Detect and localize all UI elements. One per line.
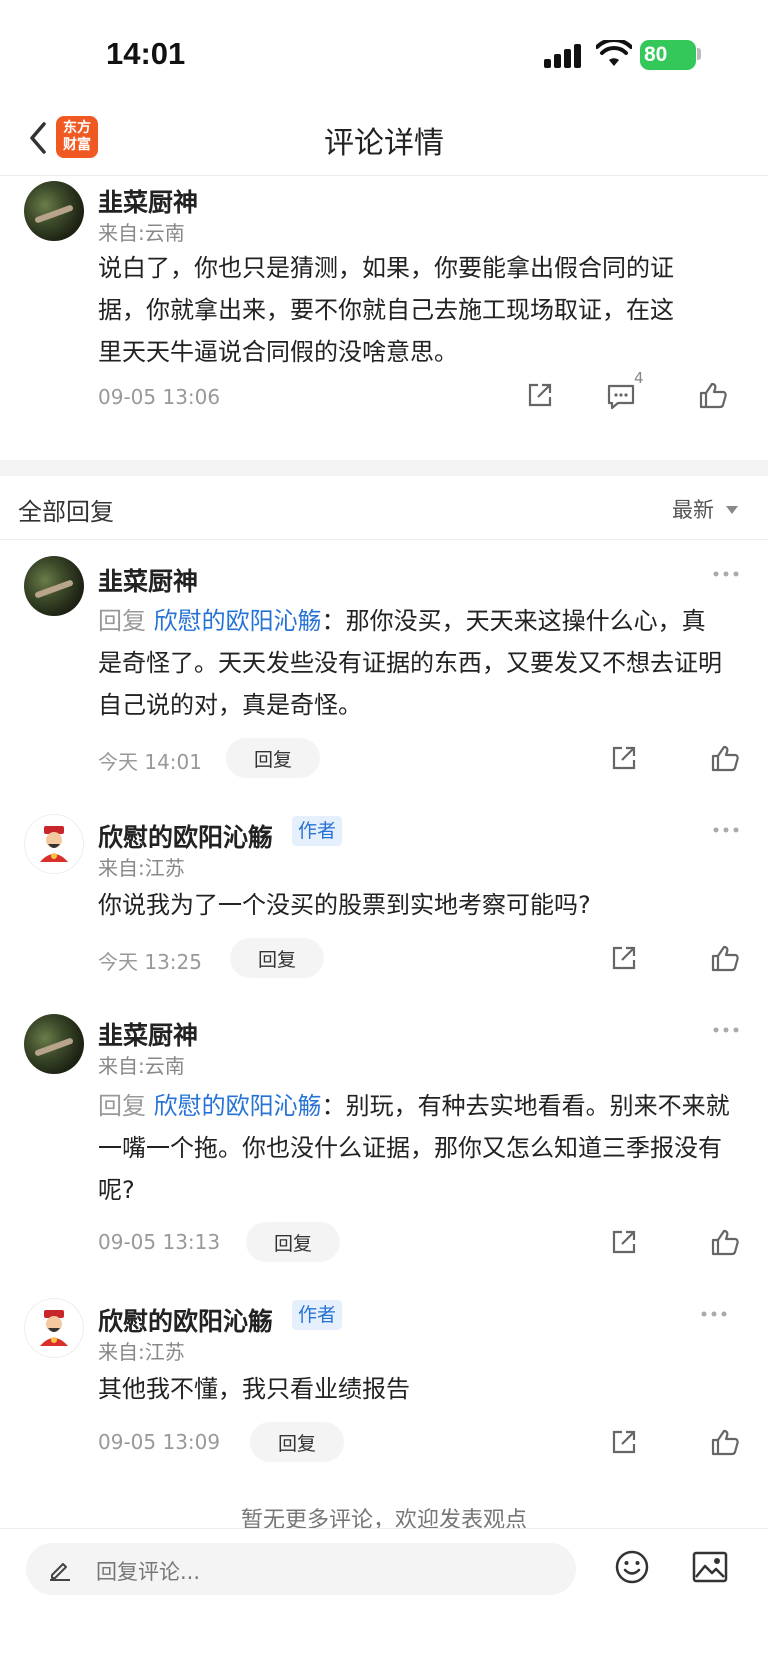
comment-text: 你说我为了一个没买的股票到实地考察可能吗? bbox=[98, 891, 591, 919]
reply-button[interactable]: 回复 bbox=[246, 1222, 340, 1262]
bottom-bar: 回复评论... bbox=[0, 1528, 768, 1669]
like-icon[interactable] bbox=[710, 1228, 740, 1256]
avatar[interactable] bbox=[24, 181, 84, 241]
sort-dropdown[interactable]: 最新 bbox=[672, 494, 714, 524]
replies-title: 全部回复 bbox=[18, 498, 114, 526]
mention-link[interactable]: 欣慰的欧阳沁觞 bbox=[154, 1092, 322, 1120]
cellular-signal-icon bbox=[544, 42, 584, 68]
location-label: 来自:江苏 bbox=[98, 856, 185, 880]
input-placeholder: 回复评论... bbox=[96, 1560, 201, 1584]
like-icon[interactable] bbox=[710, 1428, 740, 1456]
nav-bar: 东方 财富 评论详情 bbox=[0, 100, 768, 176]
god-of-wealth-avatar-icon bbox=[40, 1310, 68, 1346]
comment-icon[interactable] bbox=[606, 383, 636, 411]
mention-link[interactable]: 欣慰的欧阳沁觞 bbox=[154, 607, 322, 635]
comment-text: 回复 欣慰的欧阳沁觞：别玩，有种去实地看看。别来不来就一嘴一个拖。你也没什么证据… bbox=[98, 1085, 734, 1211]
avatar[interactable] bbox=[24, 1298, 84, 1358]
emoji-icon[interactable] bbox=[614, 1549, 650, 1585]
more-options-icon[interactable] bbox=[700, 1310, 728, 1318]
location-label: 来自:云南 bbox=[98, 221, 185, 245]
reply-prefix: 回复 bbox=[98, 607, 146, 635]
share-icon[interactable] bbox=[610, 1228, 638, 1256]
more-options-icon[interactable] bbox=[712, 1026, 740, 1034]
battery-icon: 80 bbox=[640, 40, 696, 70]
avatar[interactable] bbox=[24, 814, 84, 874]
location-label: 来自:云南 bbox=[98, 1054, 185, 1078]
timestamp: 今天 14:01 bbox=[98, 750, 202, 774]
status-time: 14:01 bbox=[106, 36, 186, 71]
comment-text: 其他我不懂，我只看业绩报告 bbox=[98, 1375, 410, 1403]
comment-text: 回复 欣慰的欧阳沁觞：那你没买，天天来这操什么心，真是奇怪了。天天发些没有证据的… bbox=[98, 600, 728, 726]
user-name[interactable]: 韭菜厨神 bbox=[98, 183, 198, 219]
timestamp: 09-05 13:06 bbox=[98, 385, 221, 409]
user-name[interactable]: 韭菜厨神 bbox=[98, 1016, 198, 1052]
god-of-wealth-avatar-icon bbox=[40, 826, 68, 862]
page-title: 评论详情 bbox=[324, 126, 444, 161]
reply-button[interactable]: 回复 bbox=[230, 938, 324, 978]
reply-prefix: 回复 bbox=[98, 1092, 146, 1120]
battery-cap bbox=[697, 48, 701, 60]
location-label: 来自:江苏 bbox=[98, 1340, 185, 1364]
replies-header: 全部回复 最新 bbox=[0, 476, 768, 540]
avatar[interactable] bbox=[24, 556, 84, 616]
status-bar: 14:01 80 bbox=[0, 0, 768, 100]
author-badge: 作者 bbox=[292, 816, 343, 846]
wifi-icon bbox=[596, 40, 632, 66]
reply-button[interactable]: 回复 bbox=[226, 738, 320, 778]
timestamp: 09-05 13:13 bbox=[98, 1230, 221, 1254]
comment-text: 说白了，你也只是猜测，如果，你要能拿出假合同的证据，你就拿出来，要不你就自己去施… bbox=[98, 254, 674, 366]
comment-input[interactable]: 回复评论... bbox=[26, 1543, 576, 1595]
main-comment: 韭菜厨神 来自:云南 说白了，你也只是猜测，如果，你要能拿出假合同的证据，你就拿… bbox=[0, 177, 768, 460]
more-options-icon[interactable] bbox=[712, 570, 740, 578]
more-options-icon[interactable] bbox=[712, 826, 740, 834]
section-divider bbox=[0, 460, 768, 476]
avatar[interactable] bbox=[24, 1014, 84, 1074]
like-icon[interactable] bbox=[710, 944, 740, 972]
battery-level: 80 bbox=[644, 43, 668, 66]
share-icon[interactable] bbox=[610, 744, 638, 772]
reply-count-badge: 4 bbox=[634, 369, 644, 387]
reply-button[interactable]: 回复 bbox=[250, 1422, 344, 1462]
timestamp: 今天 13:25 bbox=[98, 950, 202, 974]
chevron-down-icon[interactable] bbox=[726, 506, 738, 514]
image-icon[interactable] bbox=[692, 1551, 728, 1583]
author-badge: 作者 bbox=[292, 1300, 343, 1330]
pencil-icon bbox=[50, 1563, 70, 1581]
share-icon[interactable] bbox=[526, 381, 554, 409]
user-name[interactable]: 欣慰的欧阳沁觞 bbox=[98, 1302, 273, 1338]
like-icon[interactable] bbox=[698, 381, 728, 409]
user-name[interactable]: 韭菜厨神 bbox=[98, 562, 198, 598]
share-icon[interactable] bbox=[610, 944, 638, 972]
share-icon[interactable] bbox=[610, 1428, 638, 1456]
timestamp: 09-05 13:09 bbox=[98, 1430, 221, 1454]
user-name[interactable]: 欣慰的欧阳沁觞 bbox=[98, 818, 273, 854]
like-icon[interactable] bbox=[710, 744, 740, 772]
